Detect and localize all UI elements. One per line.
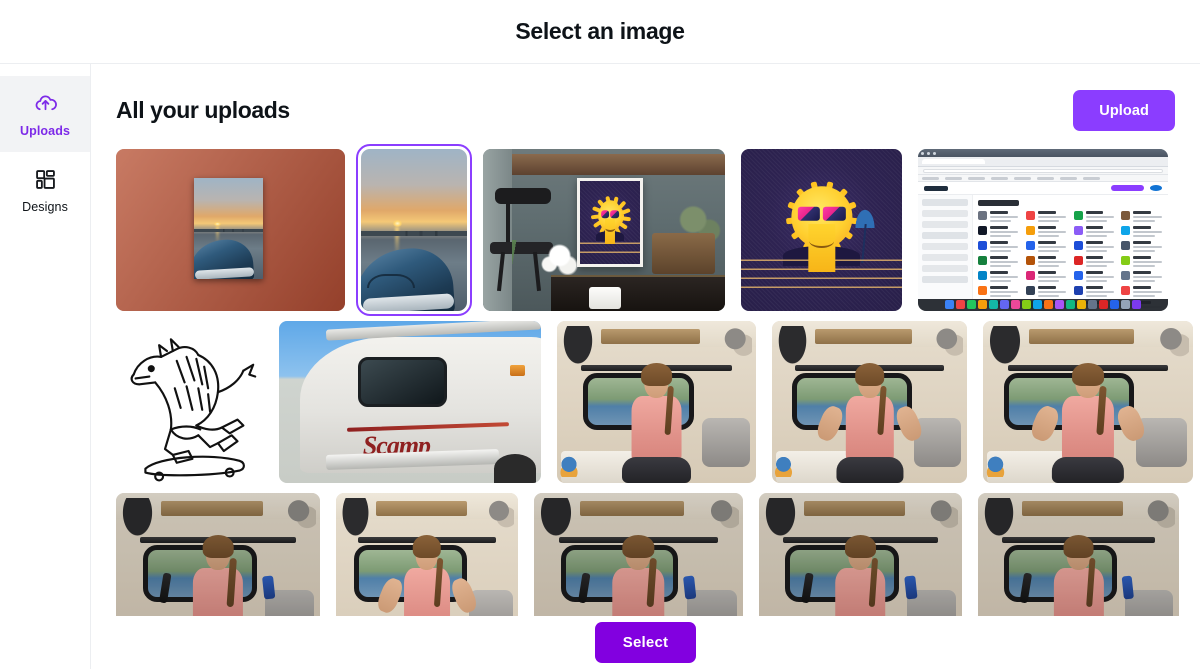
upload-button[interactable]: Upload [1073,90,1175,131]
poster-in-frame [577,178,643,268]
thumbnail-camper-interior-phone-mic[interactable] [116,493,320,616]
room-scene-artwork [483,149,725,311]
zebra-skateboard-artwork [116,321,263,483]
thumbnail-camper-interior-phone-mic-3[interactable] [759,493,962,616]
person-figure [374,534,480,616]
camper-interior-artwork [336,493,518,616]
thumbnail-brick-wall-poster-mockup[interactable] [116,149,345,311]
camper-interior-artwork [978,493,1179,616]
thumbnail-camper-interior-shrug-3[interactable] [336,493,518,616]
dialog-body: Uploads Designs All your uploads Upload … [0,64,1200,669]
camper-interior-artwork [534,493,743,616]
thumbnail-camper-interior-phone-mic-2[interactable] [534,493,743,616]
person-figure [577,534,697,616]
framed-photo [193,178,263,279]
sidebar-item-uploads[interactable]: Uploads [0,76,90,152]
brick-wall-artwork [116,149,345,311]
sidebar: Uploads Designs [0,64,91,669]
camper-interior-artwork [116,493,320,616]
gallery-row [116,144,1175,316]
section-title: All your uploads [116,97,290,123]
gallery-row: Scamp [116,321,1193,483]
sunset-artwork [193,178,263,279]
app-grid [978,210,1163,311]
camper-interior-artwork [557,321,756,483]
thumbnail-camper-interior-shrug[interactable] [772,321,967,483]
sun-sunglasses-art [741,149,902,311]
person-figure [158,534,275,616]
thumbnail-zebra-skateboard-drawing[interactable] [116,321,263,483]
main-content: All your uploads Upload Scamp Select [91,64,1200,669]
sidebar-item-designs[interactable]: Designs [0,152,90,228]
thumbnail-sunset-boat-photo[interactable] [356,144,472,316]
thumbnail-scamp-trailer-photo[interactable]: Scamp [279,321,541,483]
uploads-scroll-area[interactable]: All your uploads Upload Scamp [91,64,1200,616]
camper-interior-artwork [772,321,967,483]
sunset-boat-artwork [361,149,467,311]
person-figure [1028,362,1148,483]
image-picker-dialog: Select an image Uploads Designs All your… [0,0,1200,669]
page-title: Select an image [515,18,685,44]
camper-interior-artwork [759,493,962,616]
gallery-row [116,493,1179,616]
scamp-trailer-artwork: Scamp [279,321,541,483]
thumbnail-camper-interior-phone-mic-4[interactable] [978,493,1179,616]
thumbnail-sun-sunglasses-artwork[interactable] [741,149,902,311]
person-figure [801,534,917,616]
person-figure [617,362,697,483]
person-figure [1019,534,1135,616]
sidebar-item-designs-label: Designs [22,199,68,214]
cloud-upload-icon [32,91,58,117]
thumbnail-camper-interior-shrug-2[interactable] [983,321,1193,483]
person-figure [813,362,926,483]
section-header: All your uploads Upload [116,64,1175,149]
select-button[interactable]: Select [594,622,697,663]
sidebar-item-uploads-label: Uploads [19,123,70,138]
thumbnail-canva-all-apps-screenshot[interactable] [918,149,1168,311]
camper-interior-artwork [983,321,1193,483]
macos-dock [918,298,1168,311]
thumbnail-room-scene-sun-poster[interactable] [483,149,725,311]
thumbnail-camper-interior-thinking[interactable] [557,321,756,483]
dialog-footer: Select [91,616,1200,669]
app-screenshot-artwork [918,149,1168,311]
grid-apps-icon [32,167,58,193]
dialog-header: Select an image [0,0,1200,64]
